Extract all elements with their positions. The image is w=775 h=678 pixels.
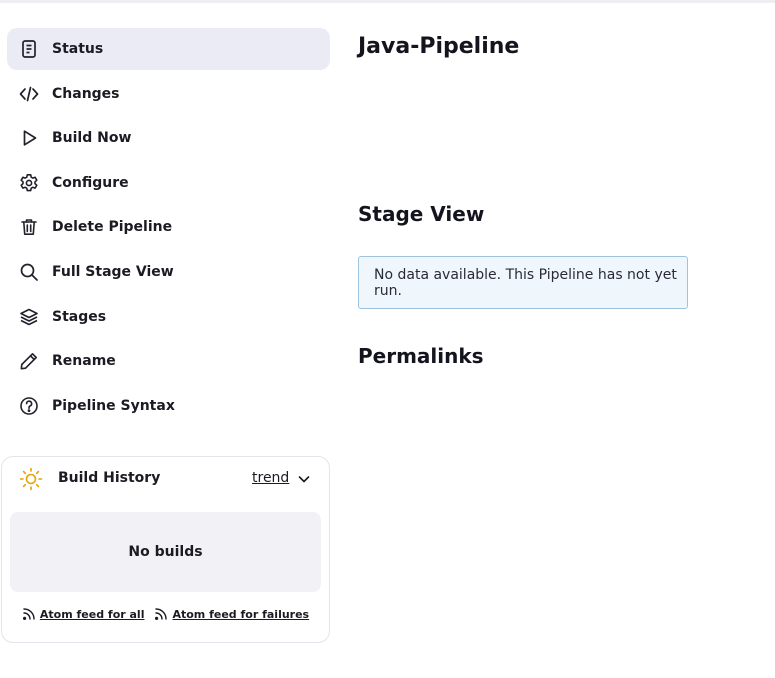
top-divider xyxy=(0,0,775,3)
sidebar-item-label: Delete Pipeline xyxy=(52,219,173,236)
sidebar-item-changes[interactable]: Changes xyxy=(7,73,330,115)
build-history-empty: No builds xyxy=(10,512,321,592)
stage-view-notice: No data available. This Pipeline has not… xyxy=(358,256,688,309)
permalinks-title: Permalinks xyxy=(358,344,484,368)
rss-icon xyxy=(155,608,168,620)
atom-feed-failures-label: Atom feed for failures xyxy=(172,608,310,621)
no-builds-text: No builds xyxy=(128,544,203,560)
sun-icon xyxy=(19,467,43,491)
build-history-card: Build History trend No builds Atom feed … xyxy=(1,456,330,643)
build-history-title: Build History xyxy=(58,470,161,486)
sidebar-nav: Status Changes Build Now Configure Delet… xyxy=(7,28,330,429)
sidebar-item-label: Status xyxy=(52,41,104,57)
stage-view-title: Stage View xyxy=(358,202,485,226)
sidebar-item-full-stage-view[interactable]: Full Stage View xyxy=(7,251,330,293)
sidebar-item-label: Changes xyxy=(52,85,120,102)
layers-icon xyxy=(18,306,40,328)
search-icon xyxy=(18,261,40,283)
sidebar-item-build-now[interactable]: Build Now xyxy=(7,117,330,159)
sidebar-item-label: Configure xyxy=(52,174,129,191)
page-title: Java-Pipeline xyxy=(358,34,520,59)
sidebar-item-status[interactable]: Status xyxy=(7,28,330,70)
code-icon xyxy=(18,83,40,105)
trash-icon xyxy=(18,216,40,238)
sidebar-item-rename[interactable]: Rename xyxy=(7,340,330,382)
sidebar-item-configure[interactable]: Configure xyxy=(7,162,330,204)
sidebar-item-label: Stages xyxy=(52,308,107,325)
gear-icon xyxy=(18,172,40,194)
sidebar-item-label: Pipeline Syntax xyxy=(52,397,175,414)
stage-view-notice-text: No data available. This Pipeline has not… xyxy=(374,266,677,299)
atom-feeds: Atom feed for all Atom feed for failures xyxy=(2,607,329,621)
play-icon xyxy=(18,127,40,149)
sidebar-item-stages[interactable]: Stages xyxy=(7,296,330,338)
sidebar-item-pipeline-syntax[interactable]: Pipeline Syntax xyxy=(7,385,330,427)
rss-icon xyxy=(22,608,35,620)
help-circle-icon xyxy=(18,395,40,417)
sidebar-item-label: Full Stage View xyxy=(52,263,174,280)
sidebar-item-delete-pipeline[interactable]: Delete Pipeline xyxy=(7,206,330,248)
atom-feed-all-link[interactable]: Atom feed for all xyxy=(22,607,145,621)
atom-feed-all-label: Atom feed for all xyxy=(39,608,145,621)
status-doc-icon xyxy=(18,38,40,60)
trend-link[interactable]: trend xyxy=(252,470,289,486)
sidebar-item-label: Rename xyxy=(52,353,116,370)
build-history-header: Build History trend xyxy=(2,457,329,501)
sidebar-item-label: Build Now xyxy=(52,130,132,147)
chevron-down-icon[interactable] xyxy=(296,471,312,487)
pencil-icon xyxy=(18,350,40,372)
atom-feed-failures-link[interactable]: Atom feed for failures xyxy=(154,607,309,621)
